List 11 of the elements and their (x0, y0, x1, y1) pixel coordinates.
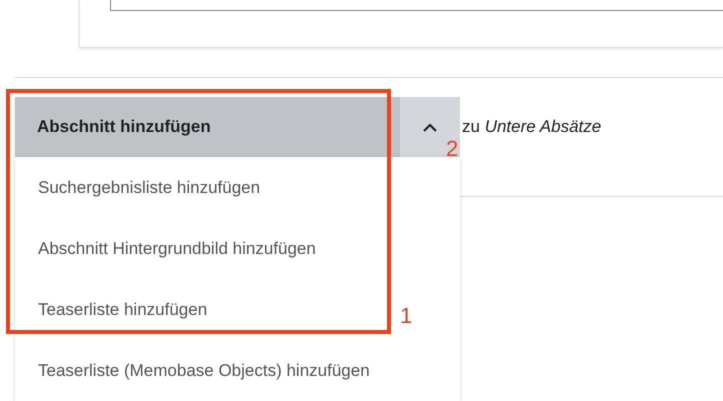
menu-item[interactable]: Teaserliste (Memobase Objects) hinzufügen (15, 340, 370, 401)
input-field[interactable] (110, 0, 723, 11)
dropdown-toggle[interactable] (400, 97, 460, 157)
caret-icon (422, 122, 438, 132)
annotation-number: 1 (400, 303, 412, 329)
annotation-number: 2 (446, 136, 458, 162)
add-section-button[interactable]: Abschnitt hinzufügen (15, 97, 400, 157)
menu-item[interactable]: Abschnitt Hintergrundbild hinzufügen (15, 218, 316, 279)
menu-item[interactable]: Teaserliste hinzufügen (15, 279, 208, 340)
target-label: zu Untere Absätze (462, 117, 602, 137)
menu-item[interactable]: Suchergebnisliste hinzufügen (15, 157, 260, 218)
